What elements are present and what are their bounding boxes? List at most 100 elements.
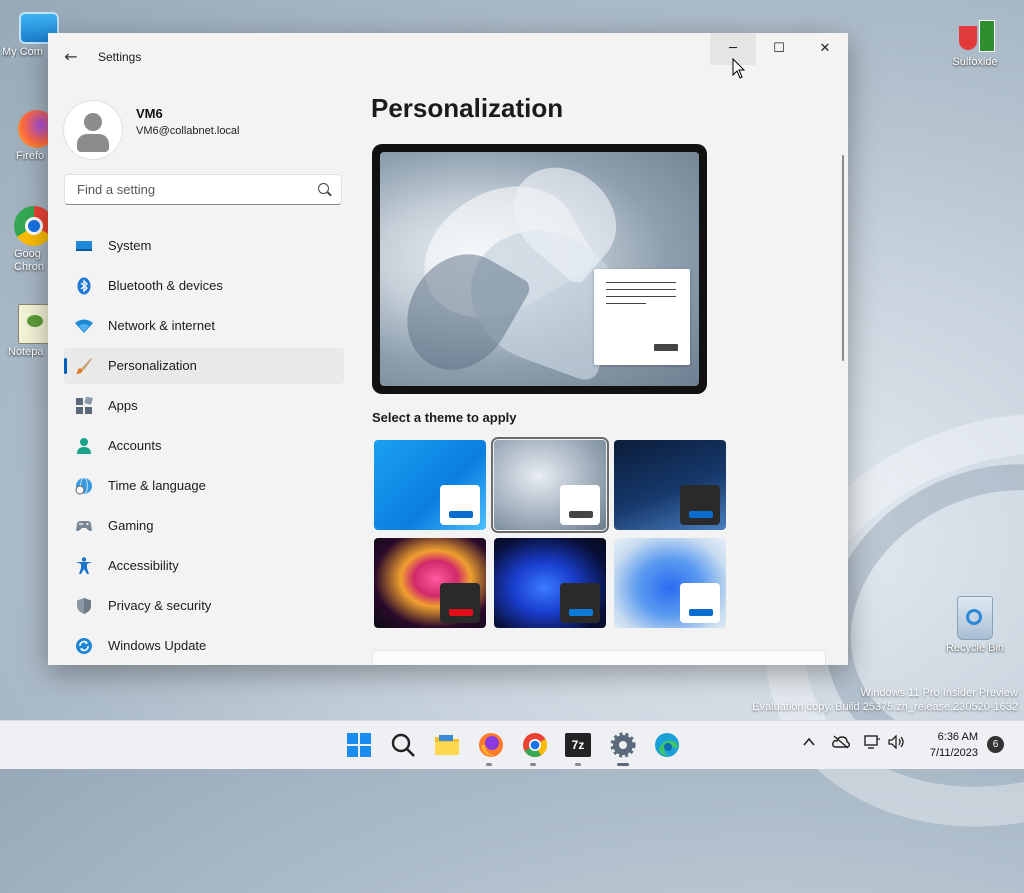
- sidebar-item-label: Personalization: [108, 358, 197, 373]
- person-icon: [75, 437, 93, 455]
- running-indicator: [530, 763, 536, 766]
- preview-button: [654, 344, 678, 351]
- sidebar-item-network[interactable]: Network & internet: [64, 308, 344, 344]
- sidebar-item-personalization[interactable]: Personalization: [64, 348, 344, 384]
- theme-windows-glow[interactable]: [491, 437, 609, 533]
- theme-accent-button: [449, 609, 473, 616]
- desktop-icon-sulfoxide[interactable]: Sulfoxide: [938, 12, 1012, 68]
- preview-line: [606, 289, 676, 290]
- theme-accent-button: [569, 609, 593, 616]
- theme-sunrise-dark[interactable]: [494, 538, 606, 628]
- search-icon[interactable]: [389, 731, 417, 759]
- search-input[interactable]: [75, 181, 309, 198]
- wifi-icon: [75, 317, 93, 335]
- edge-icon[interactable]: [653, 731, 681, 759]
- theme-window-card: [680, 485, 720, 525]
- theme-accent-button: [449, 511, 473, 518]
- sidebar-item-label: Time & language: [108, 478, 206, 493]
- sidebar-item-system[interactable]: System: [64, 228, 344, 264]
- os-watermark: Windows 11 Pro Insider Preview Evaluatio…: [752, 686, 1018, 714]
- maximize-button[interactable]: ☐: [756, 33, 802, 65]
- cloud-offline-icon[interactable]: [832, 735, 850, 753]
- theme-windows-light[interactable]: [374, 440, 486, 530]
- sidebar-item-privacy[interactable]: Privacy & security: [64, 588, 344, 624]
- desktop-icon-label: Sulfoxide: [952, 56, 998, 68]
- sidebar-item-label: System: [108, 238, 152, 253]
- sidebar-item-label: Privacy & security: [108, 598, 212, 613]
- globe-clock-icon: [75, 477, 93, 495]
- bluetooth-icon: [75, 277, 93, 295]
- update-icon: [75, 637, 93, 655]
- preview-window-card: [594, 269, 690, 365]
- theme-window-card: [560, 485, 600, 525]
- title-bar[interactable]: ← Settings ─ ☐ ✕: [48, 33, 848, 81]
- theme-window-card: [680, 583, 720, 623]
- sidebar-item-gaming[interactable]: Gaming: [64, 508, 344, 544]
- running-indicator: [575, 763, 581, 766]
- notepad-icon: [18, 304, 50, 344]
- network-icon[interactable]: [864, 735, 880, 753]
- watermark-line: Evaluation copy. Build 25375.zn_release.…: [752, 701, 1018, 713]
- sidebar-item-windows-update[interactable]: Windows Update: [64, 628, 344, 664]
- monitor-icon: [75, 237, 93, 255]
- theme-window-card: [440, 583, 480, 623]
- sidebar-item-apps[interactable]: Apps: [64, 388, 344, 424]
- preview-line: [606, 282, 676, 283]
- theme-accent-button: [569, 511, 593, 518]
- sulfoxide-icon: [955, 12, 995, 54]
- settings-card[interactable]: [372, 650, 826, 665]
- theme-flow-light[interactable]: [614, 538, 726, 628]
- clock-time: 6:36 AM: [937, 731, 978, 743]
- desktop-icon-label: Goog Chron: [14, 248, 44, 273]
- clock-date: 7/11/2023: [929, 747, 978, 759]
- chevron-up-icon[interactable]: [802, 735, 816, 753]
- file-explorer-icon[interactable]: [433, 731, 461, 759]
- sidebar-item-label: Apps: [108, 398, 138, 413]
- 7zip-icon[interactable]: 7z: [565, 733, 591, 757]
- gamepad-icon: [75, 517, 93, 535]
- sidebar-item-label: Windows Update: [108, 638, 207, 653]
- scrollbar[interactable]: [842, 155, 844, 361]
- active-indicator: [617, 763, 629, 766]
- sidebar-item-label: Accounts: [108, 438, 162, 453]
- window-title: Settings: [98, 50, 142, 64]
- chrome-icon[interactable]: [521, 731, 549, 759]
- theme-window-card: [440, 485, 480, 525]
- watermark-line: Windows 11 Pro Insider Preview: [860, 687, 1018, 699]
- sidebar-item-accessibility[interactable]: Accessibility: [64, 548, 344, 584]
- search-box[interactable]: [64, 174, 342, 205]
- sidebar-item-label: Accessibility: [108, 558, 179, 573]
- user-email: VM6@collabnet.local: [136, 125, 240, 137]
- sidebar-item-time-language[interactable]: Time & language: [64, 468, 344, 504]
- desktop-icon-recycle-bin[interactable]: Recycle Bin: [938, 596, 1012, 654]
- settings-window: ← Settings ─ ☐ ✕ VM6 VM6@collabnet.local…: [48, 33, 848, 665]
- settings-icon[interactable]: [609, 731, 637, 759]
- theme-preview: [372, 144, 707, 394]
- back-button[interactable]: ←: [60, 47, 82, 69]
- preview-wallpaper: [380, 152, 699, 386]
- notification-badge[interactable]: 6: [987, 736, 1004, 753]
- sidebar-item-label: Bluetooth & devices: [108, 278, 223, 293]
- theme-window-card: [560, 583, 600, 623]
- sidebar-item-accounts[interactable]: Accounts: [64, 428, 344, 464]
- volume-icon[interactable]: [888, 734, 906, 753]
- close-button[interactable]: ✕: [802, 33, 848, 65]
- clock[interactable]: 6:36 AM 7/11/2023: [912, 729, 978, 761]
- preview-line: [606, 303, 646, 304]
- theme-windows-dark[interactable]: [614, 440, 726, 530]
- theme-accent-button: [689, 511, 713, 518]
- shield-icon: [75, 597, 93, 615]
- avatar[interactable]: [64, 101, 122, 159]
- avatar-body: [77, 134, 109, 152]
- page-title: Personalization: [371, 93, 564, 123]
- firefox-icon[interactable]: [477, 731, 505, 759]
- search-icon[interactable]: [318, 183, 329, 194]
- taskbar: 7z 6:36 AM 7/11/2023 6: [0, 720, 1024, 769]
- avatar-head: [84, 113, 102, 131]
- start-icon[interactable]: [345, 731, 373, 759]
- user-name: VM6: [136, 106, 163, 121]
- theme-captured-motion[interactable]: [374, 538, 486, 628]
- sidebar-item-bluetooth[interactable]: Bluetooth & devices: [64, 268, 344, 304]
- theme-section-label: Select a theme to apply: [372, 410, 517, 425]
- sidebar-nav: System Bluetooth & devices Network & int…: [64, 228, 344, 665]
